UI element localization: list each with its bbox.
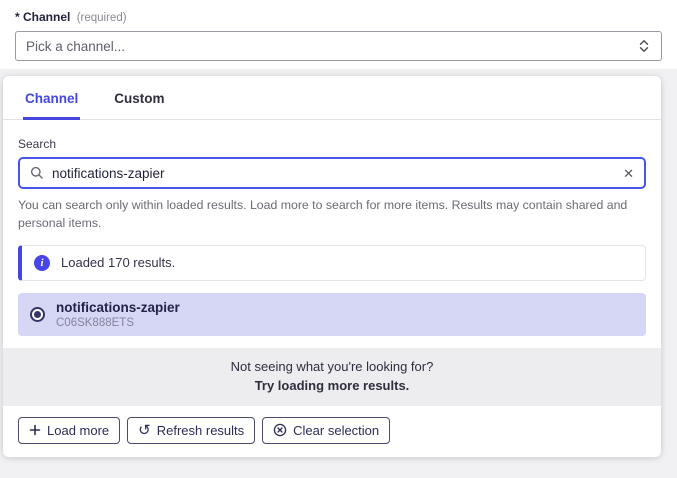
channel-field-label: * Channel (required) [15,10,662,24]
circle-x-icon [273,423,287,437]
clear-selection-label: Clear selection [293,423,379,438]
channel-select-placeholder: Pick a channel... [26,39,125,54]
load-more-prompt-line2: Try loading more results. [13,378,651,393]
clear-search-icon[interactable]: ✕ [623,167,634,180]
load-more-prompt: Not seeing what you're looking for? Try … [3,348,661,406]
channel-select[interactable]: Pick a channel... [15,31,662,61]
actions-row: Load more ↺ Refresh results Clear select… [3,406,661,457]
refresh-results-label: Refresh results [157,423,244,438]
radio-selected-icon[interactable] [30,307,45,322]
select-chevron-icon [637,39,651,53]
search-icon [30,166,44,180]
channel-field-label-text: Channel [23,10,70,24]
info-icon: i [34,255,50,271]
tab-custom[interactable]: Custom [112,76,166,120]
channel-field-section: * Channel (required) Pick a channel... [0,0,677,69]
tab-channel-label: Channel [25,91,78,106]
search-input-wrapper: ✕ [18,157,646,189]
tab-custom-label: Custom [114,91,164,106]
channel-option-name: notifications-zapier [56,300,180,315]
load-more-label: Load more [47,423,109,438]
search-label: Search [18,137,646,151]
required-note: (required) [77,12,127,24]
search-input[interactable] [52,166,615,181]
channel-option-texts: notifications-zapier C06SK888ETS [56,300,180,329]
refresh-icon: ↺ [138,423,151,438]
channel-dropdown-panel: Channel Custom Search ✕ You can search o… [3,76,661,457]
panel-body: Search ✕ You can search only within load… [3,137,661,336]
tab-channel[interactable]: Channel [23,76,80,120]
channel-option-id: C06SK888ETS [56,317,180,329]
plus-icon [29,424,41,436]
refresh-results-button[interactable]: ↺ Refresh results [127,417,255,444]
channel-option-notifications-zapier[interactable]: notifications-zapier C06SK888ETS [18,293,646,336]
load-more-prompt-line1: Not seeing what you're looking for? [13,359,651,374]
load-more-button[interactable]: Load more [18,417,120,444]
search-help-text: You can search only within loaded result… [18,196,646,233]
required-asterisk: * [15,10,20,24]
loaded-results-text: Loaded 170 results. [61,255,175,270]
clear-selection-button[interactable]: Clear selection [262,417,390,444]
loaded-results-alert: i Loaded 170 results. [18,245,646,281]
tab-bar: Channel Custom [3,76,661,120]
